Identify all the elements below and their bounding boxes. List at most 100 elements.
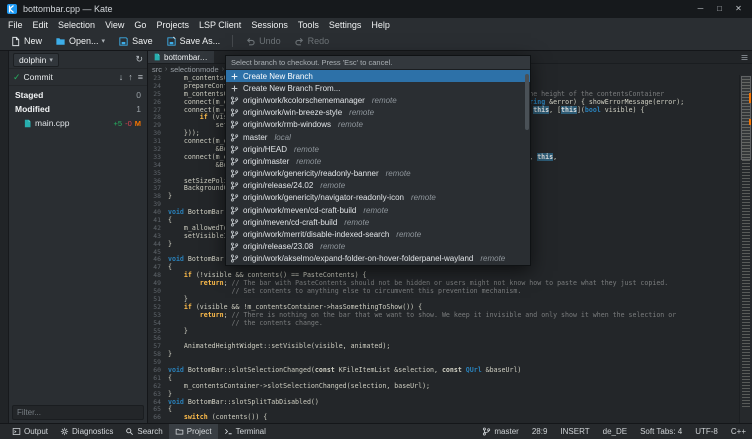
- toolbar-separator: [232, 35, 233, 47]
- menu-item-file[interactable]: File: [3, 18, 28, 32]
- branch-item[interactable]: origin/work/genericity/readonly-bannerre…: [226, 168, 530, 180]
- line-numbers-gutter[interactable]: 2324252627282930313233343536373839404142…: [148, 75, 165, 423]
- branch-item[interactable]: origin/release/24.02remote: [226, 180, 530, 192]
- toolbar-button-save[interactable]: Save: [112, 33, 159, 50]
- toolview-button-search[interactable]: Search: [119, 424, 168, 439]
- branch-item[interactable]: origin/work/rmb-windowsremote: [226, 119, 530, 131]
- git-branch-icon: [230, 206, 239, 215]
- filter-input[interactable]: Filter...: [12, 405, 144, 420]
- branch-item[interactable]: origin/release/23.08remote: [226, 241, 530, 253]
- toolview-button-terminal[interactable]: Terminal: [218, 424, 272, 439]
- toolbar-button-save-as-[interactable]: Save As...: [160, 33, 227, 50]
- git-branch-icon: [230, 96, 239, 105]
- statusbar-segment-label: UTF-8: [695, 427, 718, 436]
- tab-settings[interactable]: Soft Tabs: 4: [640, 427, 682, 436]
- branch-item[interactable]: origin/work/meven/cd-craft-buildremote: [226, 204, 530, 216]
- code-line: // the contents change.: [168, 320, 752, 328]
- branch-item-type: remote: [320, 242, 345, 251]
- git-section-modified[interactable]: Modified1: [9, 102, 147, 116]
- create-new-branch-item[interactable]: Create New Branch From...: [226, 82, 530, 94]
- dictionary[interactable]: de_DE: [603, 427, 627, 436]
- project-selector[interactable]: dolphin ▾: [13, 53, 59, 67]
- git-branch-icon: [230, 254, 239, 263]
- cpp-file-icon: [153, 53, 161, 61]
- toolbar-button-new[interactable]: New: [4, 33, 48, 50]
- redo-icon: [294, 36, 305, 47]
- branch-item-type: remote: [294, 145, 319, 154]
- project-name: dolphin: [19, 55, 46, 65]
- branch-item-label: origin/HEAD: [243, 145, 287, 154]
- breadcrumb-item-selectionmode[interactable]: selectionmode: [170, 65, 218, 74]
- documents-list-button[interactable]: [737, 51, 752, 63]
- branch-item-type: remote: [349, 108, 374, 117]
- syntax-mode[interactable]: C++: [731, 427, 746, 436]
- statusbar-segment-label: INSERT: [560, 427, 589, 436]
- commit-button[interactable]: ✓ Commit: [13, 72, 53, 83]
- tab-bottombar-cpp[interactable]: bottombar.cpp: [148, 51, 214, 63]
- branch-item-label: origin/work/genericity/readonly-banner: [243, 169, 379, 178]
- toolbar-button-open-[interactable]: Open...▾: [49, 33, 111, 50]
- toolview-buttons: OutputDiagnosticsSearchProjectTerminal: [6, 424, 272, 439]
- git-branch-status[interactable]: master: [482, 427, 518, 436]
- kate-app-icon: [6, 3, 18, 15]
- git-section-label: Staged: [15, 90, 43, 100]
- refresh-icon[interactable]: ↻: [135, 54, 143, 65]
- git-section-label: Modified: [15, 104, 50, 114]
- popup-scrollbar-thumb[interactable]: [525, 74, 529, 130]
- git-toolbar: ✓ Commit ↓ ↑ ≡: [9, 69, 147, 86]
- input-mode[interactable]: INSERT: [560, 427, 589, 436]
- menu-item-tools[interactable]: Tools: [293, 18, 324, 32]
- git-branch-icon: [230, 120, 239, 129]
- menubar: FileEditSelectionViewGoProjectsLSP Clien…: [0, 18, 752, 32]
- console-icon: [12, 427, 21, 436]
- maximize-button[interactable]: □: [710, 0, 729, 18]
- menu-item-help[interactable]: Help: [366, 18, 395, 32]
- branch-item-type: remote: [396, 230, 421, 239]
- menu-item-edit[interactable]: Edit: [28, 18, 54, 32]
- toolview-button-diagnostics[interactable]: Diagnostics: [54, 424, 119, 439]
- branch-list: Create New BranchCreate New Branch From.…: [226, 70, 530, 265]
- menu-item-sessions[interactable]: Sessions: [246, 18, 293, 32]
- menu-item-selection[interactable]: Selection: [53, 18, 100, 32]
- branch-item-type: remote: [363, 206, 388, 215]
- menu-item-settings[interactable]: Settings: [324, 18, 367, 32]
- toolview-button-output[interactable]: Output: [6, 424, 54, 439]
- popup-scrollbar[interactable]: [525, 72, 529, 262]
- branch-item-type: remote: [411, 193, 436, 202]
- close-button[interactable]: ✕: [729, 0, 748, 18]
- branch-item[interactable]: origin/work/kcolorschememanagerremote: [226, 94, 530, 106]
- git-branch-icon: [230, 218, 239, 227]
- branch-item[interactable]: origin/HEAD remote: [226, 143, 530, 155]
- minimap-scrollbar[interactable]: [739, 75, 752, 423]
- encoding[interactable]: UTF-8: [695, 427, 718, 436]
- cursor-position[interactable]: 28:9: [532, 427, 548, 436]
- toolbar-button-label: Save: [132, 36, 153, 46]
- toolview-button-project[interactable]: Project: [169, 424, 218, 439]
- branch-item[interactable]: origin/work/akselmo/expand-folder-on-hov…: [226, 253, 530, 265]
- git-push-icon[interactable]: ↑: [128, 72, 133, 82]
- toolbar-button-undo[interactable]: Undo: [239, 33, 287, 50]
- branch-item-label: origin/release/24.02: [243, 181, 313, 190]
- branch-item[interactable]: origin/masterremote: [226, 155, 530, 167]
- minimize-button[interactable]: ─: [691, 0, 710, 18]
- menu-item-go[interactable]: Go: [129, 18, 151, 32]
- toolbar-button-redo[interactable]: Redo: [288, 33, 336, 50]
- menu-item-view[interactable]: View: [100, 18, 129, 32]
- branch-item-type: local: [274, 133, 290, 142]
- branch-search-input[interactable]: Select branch to checkout. Press 'Esc' t…: [226, 56, 530, 70]
- branch-item[interactable]: origin/work/merrit/disable-indexed-searc…: [226, 228, 530, 240]
- menu-item-projects[interactable]: Projects: [151, 18, 194, 32]
- breadcrumb-item-src[interactable]: src: [152, 65, 162, 74]
- branch-item-type: remote: [344, 218, 369, 227]
- branch-item[interactable]: origin/work/genericity/navigator-readonl…: [226, 192, 530, 204]
- branch-item[interactable]: masterlocal: [226, 131, 530, 143]
- git-section-staged[interactable]: Staged0: [9, 88, 147, 102]
- git-file-row[interactable]: main.cpp+5-0M: [9, 116, 147, 130]
- code-line: }: [168, 328, 752, 336]
- menu-item-lsp-client[interactable]: LSP Client: [194, 18, 246, 32]
- branch-item[interactable]: origin/work/win-breeze-styleremote: [226, 107, 530, 119]
- git-pull-icon[interactable]: ↓: [119, 72, 124, 82]
- create-new-branch-item[interactable]: Create New Branch: [226, 70, 530, 82]
- branch-item[interactable]: origin/meven/cd-craft-buildremote: [226, 216, 530, 228]
- hamburger-menu-icon[interactable]: ≡: [138, 72, 143, 82]
